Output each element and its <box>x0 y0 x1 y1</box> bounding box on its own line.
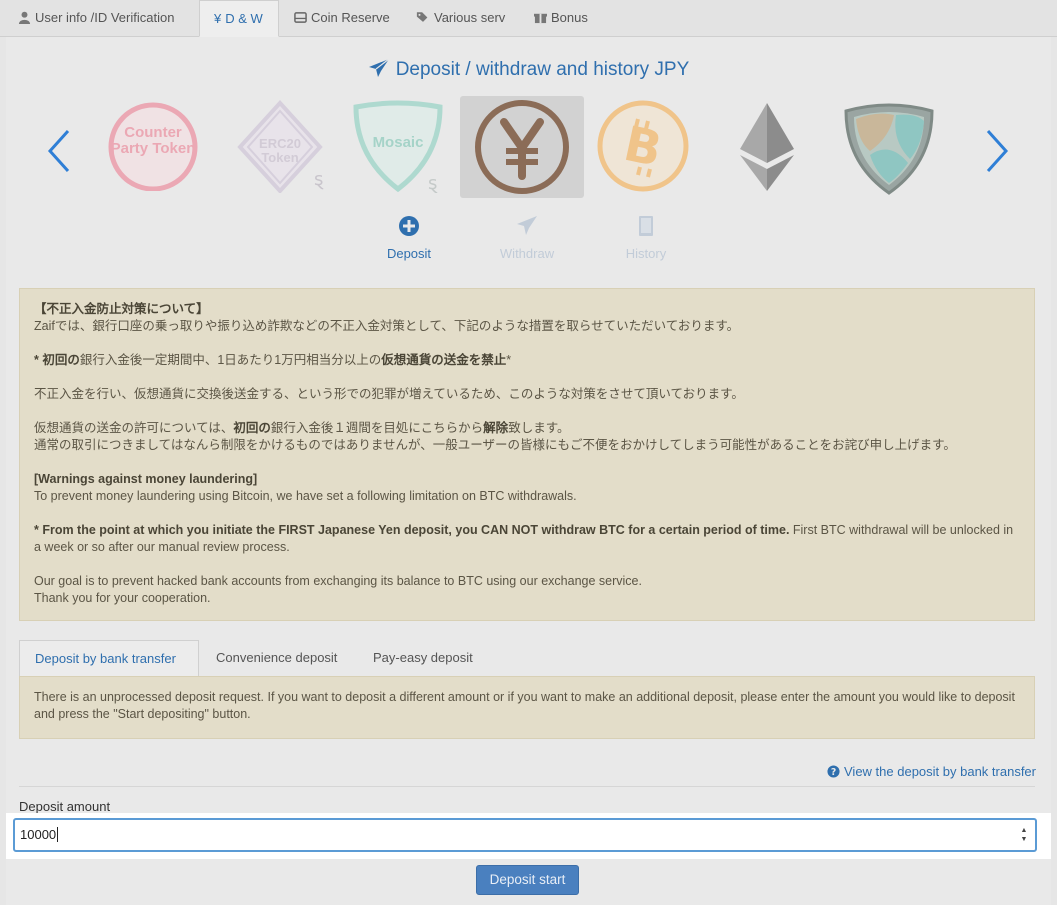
coin-ethereum[interactable] <box>734 97 800 195</box>
warning-en-title: [Warnings against money laundering] <box>34 472 258 486</box>
drive-icon <box>294 12 307 23</box>
carousel-prev-icon[interactable] <box>46 129 72 173</box>
warning-jp-line1: Zaifでは、銀行口座の乗っ取りや振り込め詐欺などの不正入金対策として、下記のよ… <box>34 319 740 333</box>
question-circle-icon: ? <box>827 765 840 778</box>
plus-circle-icon <box>399 216 419 236</box>
tab-pay-easy-deposit[interactable]: Pay-easy deposit <box>358 640 498 676</box>
tab-bonus[interactable]: Bonus <box>520 0 600 36</box>
tab-convenience-deposit[interactable]: Convenience deposit <box>201 640 357 676</box>
yen-icon: ¥ <box>214 11 222 26</box>
warning-jp-line3: 不正入金を行い、仮想通貨に交換後送金する、という形での犯罪が増えているため、この… <box>34 387 744 401</box>
action-deposit-label: Deposit <box>386 246 432 261</box>
deposit-start-button[interactable]: Deposit start <box>476 865 579 895</box>
action-withdraw-label: Withdraw <box>499 246 555 261</box>
warning-jp-title: 【不正入金防止対策について】 <box>34 302 209 316</box>
coin-counterparty[interactable]: Counter Party Token <box>106 97 200 192</box>
coin-bitcoin[interactable]: B <box>594 97 692 195</box>
counterparty-label: Counter Party Token <box>110 124 196 157</box>
gift-icon <box>534 13 547 24</box>
number-spinner[interactable]: ▲ ▼ <box>1019 826 1029 844</box>
spin-up-icon[interactable]: ▲ <box>1019 826 1029 835</box>
paper-plane-icon <box>368 58 390 77</box>
warning-jp-line2: * 初回の銀行入金後一定期間中、1日あたり1万円相当分以上の仮想通貨の送金を禁止… <box>34 353 512 367</box>
svg-text:ȿ: ȿ <box>314 169 324 190</box>
main-panel: Deposit / withdraw and history JPY Count… <box>6 37 1051 905</box>
svg-text:ȿ: ȿ <box>428 173 438 193</box>
deposit-method-tabs: Deposit by bank transfer Convenience dep… <box>19 640 1035 677</box>
action-history-label: History <box>625 246 667 261</box>
action-history[interactable]: History <box>601 215 691 261</box>
action-deposit[interactable]: Deposit <box>364 215 454 261</box>
erc20-label: ERC20 Token <box>259 136 301 165</box>
warning-en-goal: Our goal is to prevent hacked bank accou… <box>34 574 642 588</box>
svg-text:?: ? <box>831 767 836 778</box>
tab-label: User info /ID Verification <box>35 10 175 25</box>
ethereum-icon <box>740 103 794 191</box>
unprocessed-deposit-notice: There is an unprocessed deposit request.… <box>19 676 1035 739</box>
warning-en-thanks: Thank you for your cooperation. <box>34 591 211 605</box>
deposit-amount-label: Deposit amount <box>19 799 111 814</box>
coin-mosaic[interactable]: ȿ Mosaic <box>350 97 446 194</box>
tab-label: D & W <box>225 11 263 26</box>
coin-nem[interactable] <box>840 97 938 195</box>
tab-d-and-w[interactable]: ¥ D & W <box>199 0 279 37</box>
warning-jp-line5: 通常の取引につきましてはなんら制限をかけるものではありませんが、一般ユーザーの皆… <box>34 438 956 452</box>
tab-deposit-bank-transfer[interactable]: Deposit by bank transfer <box>19 640 199 677</box>
book-icon <box>639 216 653 236</box>
view-deposit-link[interactable]: ? View the deposit by bank transfer <box>827 764 1036 779</box>
top-tab-bar: User info /ID Verification ¥ D & W Coin R… <box>0 0 1057 37</box>
tab-various-serv[interactable]: Various serv <box>402 0 520 36</box>
carousel-next-icon[interactable] <box>984 129 1010 173</box>
tab-coin-reserve[interactable]: Coin Reserve <box>280 0 402 36</box>
deposit-amount-highlight: 10000 ▲ ▼ <box>6 813 1051 859</box>
warning-en-line2: * From the point at which you initiate t… <box>34 523 1014 554</box>
coin-erc20[interactable]: ȿ ERC20 Token <box>232 97 328 194</box>
tab-label: Bonus <box>551 10 588 25</box>
jpy-icon <box>475 100 569 194</box>
deposit-amount-input[interactable]: 10000 ▲ ▼ <box>13 818 1037 852</box>
tab-label: Coin Reserve <box>311 10 390 25</box>
divider <box>19 786 1035 787</box>
tags-icon <box>416 12 428 22</box>
page-title: Deposit / withdraw and history JPY <box>6 58 1051 81</box>
action-withdraw[interactable]: Withdraw <box>482 215 572 261</box>
paper-plane-icon <box>517 216 537 235</box>
tab-label: Various serv <box>434 10 506 25</box>
page-title-text: Deposit / withdraw and history JPY <box>395 59 690 80</box>
mosaic-label: Mosaic <box>372 134 424 151</box>
deposit-amount-value: 10000 <box>20 827 57 842</box>
tab-user-info[interactable]: User info /ID Verification <box>4 0 198 36</box>
nem-icon <box>844 103 934 195</box>
user-icon <box>18 11 31 24</box>
text-cursor <box>57 827 59 842</box>
warning-jp-line4: 仮想通貨の送金の許可については、初回の銀行入金後１週間を目処にこちらから解除致し… <box>34 421 570 435</box>
bitcoin-icon: B <box>597 100 689 192</box>
warning-en-line1: To prevent money laundering using Bitcoi… <box>34 489 577 503</box>
coin-jpy-selected[interactable] <box>460 96 584 198</box>
spin-down-icon[interactable]: ▼ <box>1019 835 1029 844</box>
warning-box: 【不正入金防止対策について】 Zaifでは、銀行口座の乗っ取りや振り込め詐欺など… <box>19 288 1035 621</box>
view-deposit-link-text: View the deposit by bank transfer <box>844 764 1036 779</box>
